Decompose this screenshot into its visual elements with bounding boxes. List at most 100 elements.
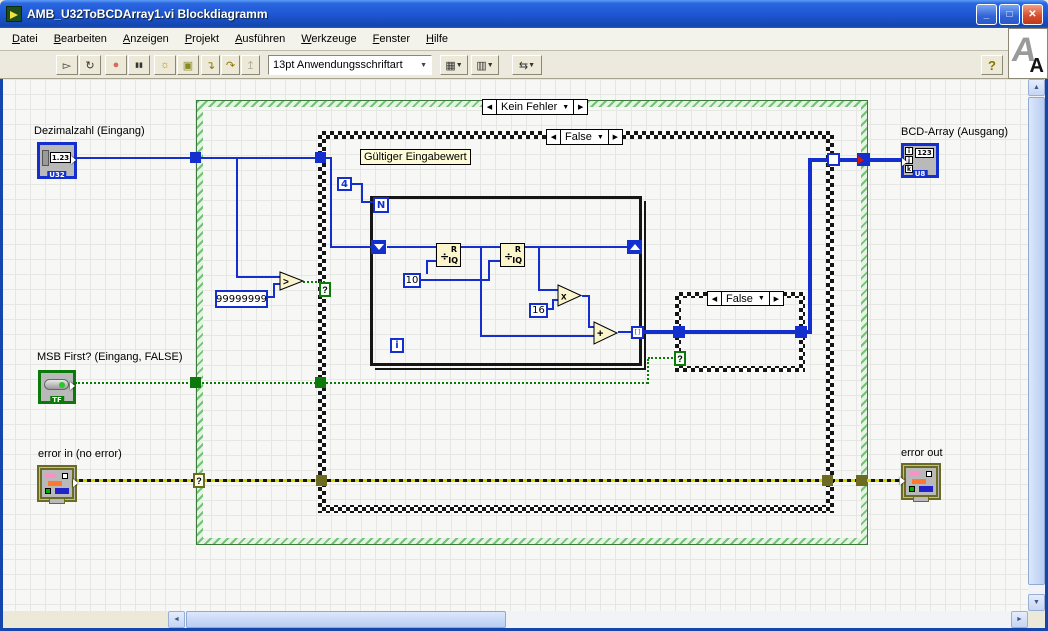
vertical-scroll-thumb[interactable]: [1028, 97, 1045, 585]
multiply-node[interactable]: x: [557, 284, 583, 312]
tunnel-u32-inner[interactable]: [315, 152, 326, 163]
array-wire-segment[interactable]: [808, 158, 812, 334]
quotient-remainder-node-2[interactable]: ÷ R IQ: [500, 243, 525, 267]
case-selector-label-error[interactable]: ◀ Kein Fehler ▼ ▶: [482, 99, 589, 115]
tunnel-array-reverse-right[interactable]: [795, 326, 807, 338]
tunnel-error-inner-right[interactable]: [822, 475, 833, 486]
reorder-button[interactable]: ⇆ ▼: [512, 55, 542, 75]
loop-output-tunnel[interactable]: []: [631, 326, 644, 339]
tunnel-error-inner-left[interactable]: [316, 475, 327, 486]
array-wire-segment[interactable]: [808, 158, 903, 162]
tunnel-boolean-outer[interactable]: [190, 377, 201, 388]
terminal-decimal-input[interactable]: 1.23 U32: [37, 142, 77, 179]
menu-projekt[interactable]: Projekt: [177, 28, 227, 50]
case-selector-terminal-reverse[interactable]: ?: [674, 351, 686, 366]
tunnel-error-outer-right[interactable]: [856, 475, 867, 486]
quotient-remainder-node-1[interactable]: ÷ R IQ: [436, 243, 461, 267]
run-continuous-icon[interactable]: ↻: [79, 55, 101, 75]
case-selector-value[interactable]: False: [565, 131, 592, 143]
free-label-comment[interactable]: Gültiger Eingabewert: [360, 149, 471, 165]
remainder2-wire-segment[interactable]: [538, 289, 558, 291]
base10-wire-segment[interactable]: [488, 260, 500, 262]
menu-fenster[interactable]: Fenster: [365, 28, 418, 50]
tunnel-array-outer-right[interactable]: [857, 153, 870, 166]
case-selector-terminal-error[interactable]: ?: [193, 473, 205, 488]
menu-bearbeiten[interactable]: Bearbeiten: [46, 28, 115, 50]
menu-anzeigen[interactable]: Anzeigen: [115, 28, 177, 50]
minimize-button[interactable]: _: [976, 4, 997, 25]
step-into-icon[interactable]: ↴: [201, 55, 220, 75]
u32-wire-segment[interactable]: [236, 276, 281, 278]
case-prev-icon[interactable]: ◀: [708, 292, 721, 305]
boolean-wire-segment[interactable]: [75, 382, 648, 384]
remainder-wire-segment[interactable]: [480, 335, 594, 337]
distribute-objects-button[interactable]: ▥ ▼: [471, 55, 499, 75]
context-help-button[interactable]: ?: [981, 55, 1003, 75]
base10-wire-segment[interactable]: [426, 260, 428, 274]
step-over-icon[interactable]: ↷: [221, 55, 240, 75]
pause-icon[interactable]: ▮▮: [128, 55, 150, 75]
step-out-icon[interactable]: ↥: [241, 55, 260, 75]
menu-datei[interactable]: Datei: [4, 28, 46, 50]
u32-wire-segment[interactable]: [330, 246, 373, 248]
retain-wire-values-icon[interactable]: ▣: [177, 55, 199, 75]
chevron-down-icon[interactable]: ▼: [562, 104, 569, 111]
shift-register-right[interactable]: [627, 240, 642, 254]
case-selector-label-reverse[interactable]: ◀ False ▼ ▶: [707, 291, 784, 306]
scroll-up-button[interactable]: ▲: [1028, 79, 1045, 96]
boolean-wire-segment[interactable]: [648, 357, 677, 359]
u32-wire-segment[interactable]: [330, 158, 332, 248]
case-next-icon[interactable]: ▶: [574, 100, 587, 114]
block-diagram-canvas[interactable]: ◀ Kein Fehler ▼ ▶ ◀ False ▼ ▶ ◀ False ▼ ▶ G…: [0, 79, 1028, 611]
add-node[interactable]: +: [593, 321, 619, 350]
abort-icon[interactable]: ●: [105, 55, 127, 75]
loop-wire-segment[interactable]: [387, 246, 436, 248]
base10-wire-segment[interactable]: [488, 260, 490, 281]
case-prev-icon[interactable]: ◀: [547, 130, 560, 144]
product-wire-segment[interactable]: [588, 295, 590, 328]
vertical-scrollbar[interactable]: ▲ ▼: [1028, 79, 1045, 611]
case-next-icon[interactable]: ▶: [770, 292, 783, 305]
scroll-right-button[interactable]: ►: [1011, 611, 1028, 628]
case-selector-terminal-valid[interactable]: ?: [319, 282, 331, 297]
horizontal-scroll-thumb[interactable]: [186, 611, 506, 628]
tunnel-boolean-inner[interactable]: [315, 377, 326, 388]
loop-iteration-terminal[interactable]: i: [390, 338, 404, 353]
chevron-down-icon[interactable]: ▼: [758, 295, 765, 302]
align-objects-button[interactable]: ▦ ▼: [440, 55, 468, 75]
menu-hilfe[interactable]: Hilfe: [418, 28, 456, 50]
case-next-icon[interactable]: ▶: [609, 130, 622, 144]
u32-wire-segment[interactable]: [75, 157, 332, 159]
close-button[interactable]: ✕: [1022, 4, 1043, 25]
scroll-down-button[interactable]: ▼: [1028, 594, 1045, 611]
font-selector[interactable]: 13pt Anwendungsschriftart ▼: [268, 55, 432, 75]
maximize-button[interactable]: □: [999, 4, 1020, 25]
base10-wire-segment[interactable]: [426, 260, 436, 262]
terminal-error-out[interactable]: [900, 463, 941, 502]
array-wire-segment[interactable]: [675, 330, 807, 334]
horizontal-scrollbar[interactable]: ◄ ►: [168, 611, 1028, 628]
constant-digit-count[interactable]: 4: [337, 177, 352, 191]
n-wire-segment[interactable]: [361, 183, 363, 203]
case-selector-value[interactable]: False: [726, 293, 753, 305]
case-selector-value[interactable]: Kein Fehler: [501, 101, 557, 113]
title-bar[interactable]: AMB_U32ToBCDArray1.vi Blockdiagramm _ □ …: [0, 0, 1048, 28]
case-prev-icon[interactable]: ◀: [483, 100, 496, 114]
tunnel-array-reverse-left[interactable]: [673, 326, 685, 338]
boolean-wire-segment[interactable]: [647, 359, 649, 384]
terminal-error-in[interactable]: [37, 465, 78, 504]
menu-ausfuehren[interactable]: Ausführen: [227, 28, 293, 50]
tunnel-array-inner-right[interactable]: [827, 153, 840, 166]
terminal-bcd-array-output[interactable]: i j k 123 U8: [901, 143, 939, 178]
case-selector-label-valid-input[interactable]: ◀ False ▼ ▶: [546, 129, 623, 145]
remainder2-wire-segment[interactable]: [538, 247, 540, 291]
shift-register-left[interactable]: [371, 240, 386, 254]
menu-werkzeuge[interactable]: Werkzeuge: [293, 28, 364, 50]
constant-base10[interactable]: 10: [403, 273, 421, 288]
greater-than-node[interactable]: >: [279, 271, 305, 296]
remainder-wire-segment[interactable]: [480, 247, 482, 337]
constant-max-value[interactable]: 99999999: [215, 290, 268, 308]
numeric-wire-segment[interactable]: [273, 284, 275, 298]
u32-wire-segment[interactable]: [236, 158, 238, 278]
constant-16[interactable]: 16: [529, 303, 548, 318]
